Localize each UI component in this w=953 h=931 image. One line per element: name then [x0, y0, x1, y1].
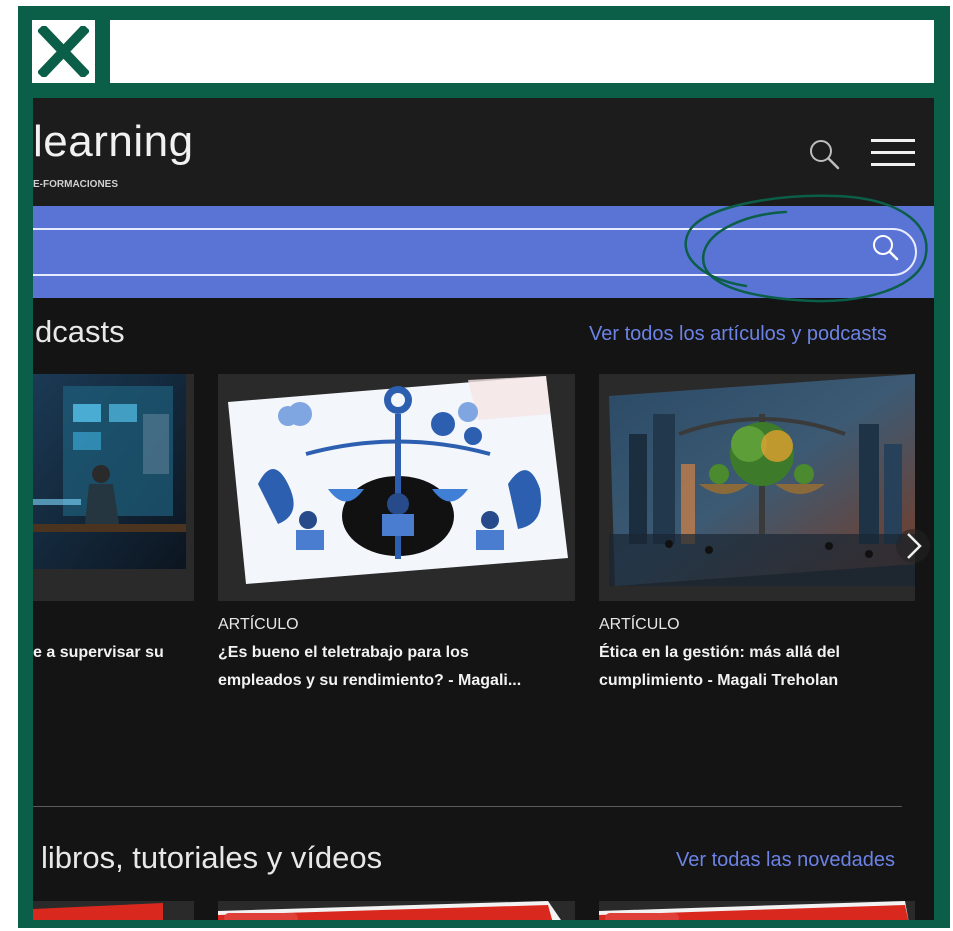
- address-bar[interactable]: [110, 20, 934, 83]
- close-button[interactable]: [32, 20, 95, 83]
- article-card-title[interactable]: e a supervisar su: [33, 639, 164, 667]
- see-all-articles-link[interactable]: Ver todos los artículos y podcasts: [589, 324, 887, 344]
- novelty-card[interactable]: [33, 901, 194, 920]
- site-logo-subtitle: E-FORMACIONES: [33, 179, 118, 190]
- section-title-articles: dcasts: [35, 314, 125, 349]
- site-logo[interactable]: learning: [33, 120, 194, 164]
- annotation-circle: [684, 194, 928, 303]
- novelty-card[interactable]: [218, 901, 575, 920]
- article-card-title[interactable]: cumplimiento - Magali Treholan: [599, 667, 838, 695]
- article-card-title[interactable]: ¿Es bueno el teletrabajo para los: [218, 639, 469, 667]
- novelty-card[interactable]: [599, 901, 915, 920]
- article-card-image[interactable]: [228, 374, 568, 584]
- article-card-type: ARTÍCULO: [218, 616, 299, 633]
- section-title-novelties: libros, tutoriales y vídeos: [41, 840, 383, 875]
- article-card-type: ARTÍCULO: [599, 616, 680, 633]
- search-icon[interactable]: [808, 138, 840, 170]
- article-card-image[interactable]: [33, 374, 186, 569]
- article-card-title[interactable]: Ética en la gestión: más allá del: [599, 639, 840, 667]
- article-card[interactable]: [599, 374, 915, 601]
- section-divider: [33, 806, 902, 807]
- hamburger-menu-icon[interactable]: [871, 139, 915, 167]
- chevron-right-icon[interactable]: [895, 528, 931, 564]
- article-card-image[interactable]: [609, 374, 915, 586]
- close-icon: [38, 26, 89, 77]
- article-card-title[interactable]: empleados y su rendimiento? - Magali...: [218, 667, 521, 695]
- article-card[interactable]: [33, 374, 194, 601]
- article-card[interactable]: [218, 374, 575, 601]
- see-all-novelties-link[interactable]: Ver todas las novedades: [676, 850, 895, 870]
